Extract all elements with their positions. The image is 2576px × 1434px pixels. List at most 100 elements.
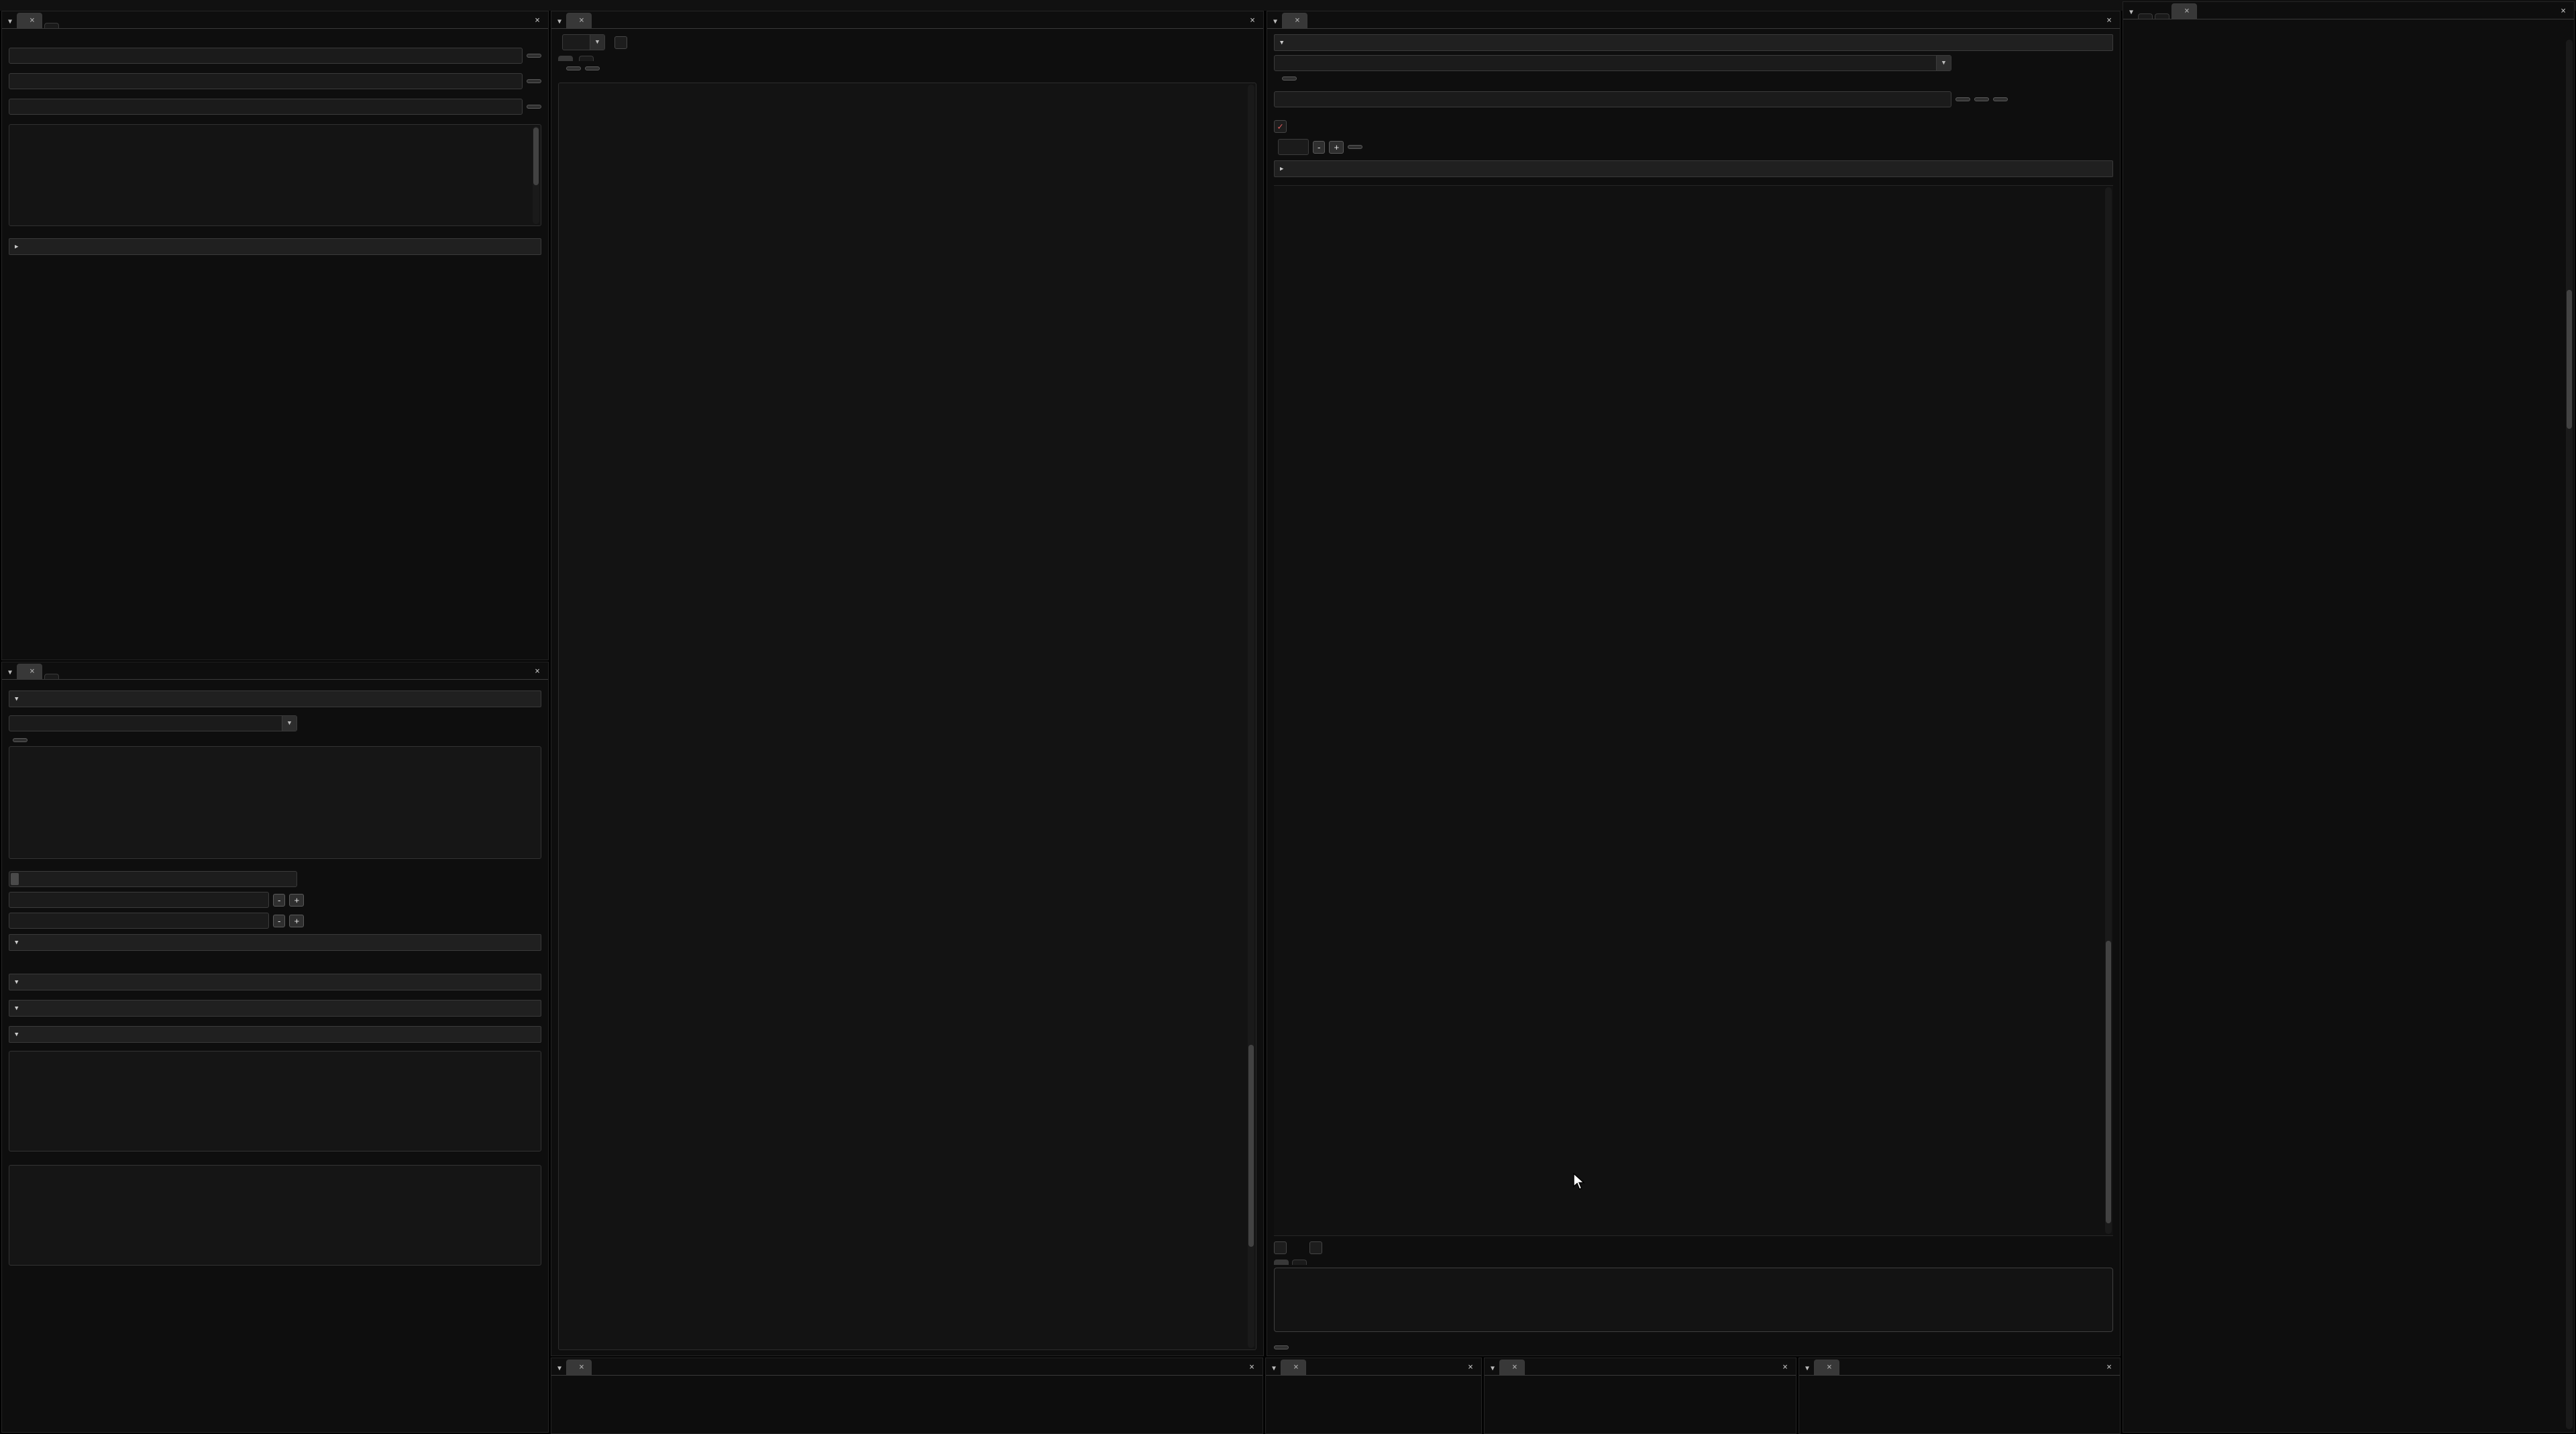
history-limit-plus-button[interactable]: +: [289, 915, 304, 927]
history-limit-minus-button[interactable]: -: [273, 915, 285, 927]
tab-operations-hub[interactable]: ×: [566, 13, 592, 28]
tool-usage-header[interactable]: ▼: [9, 974, 541, 990]
history-limit-input[interactable]: [9, 913, 269, 929]
output-dir-input[interactable]: [9, 99, 523, 115]
collapse-icon[interactable]: ▼: [553, 18, 566, 28]
collapse-icon[interactable]: ▼: [1269, 18, 1282, 28]
comms-log[interactable]: [558, 83, 1256, 1350]
update-commit-button[interactable]: [1282, 76, 1297, 81]
tab-close-icon[interactable]: ×: [579, 1362, 584, 1372]
keep-pairs-minus-button[interactable]: -: [1313, 141, 1325, 154]
tab-close-icon[interactable]: ×: [1827, 1362, 1832, 1372]
clear-button[interactable]: [566, 66, 581, 70]
popout-response-checkbox[interactable]: [1309, 1241, 1322, 1254]
tab-close-icon[interactable]: ×: [1293, 1362, 1299, 1372]
tab-tool-calls[interactable]: [579, 56, 594, 61]
message-error-box[interactable]: [1274, 1268, 2113, 1332]
system-prompts-header[interactable]: ▼: [9, 1026, 541, 1043]
max-tokens-minus-button[interactable]: -: [273, 894, 285, 907]
tab-diagnostics[interactable]: ×: [2171, 3, 2197, 19]
tab-response[interactable]: [1292, 1260, 1307, 1265]
global-prompt-textarea[interactable]: [9, 1051, 541, 1151]
provider-combo[interactable]: ▼: [9, 715, 297, 731]
session-insights-header[interactable]: ▼: [9, 1000, 541, 1017]
window-close-icon[interactable]: ×: [529, 666, 545, 679]
scroll-thumb[interactable]: [1248, 1045, 1254, 1247]
tab-close-icon[interactable]: ×: [30, 15, 35, 25]
load-log-button[interactable]: [585, 66, 600, 70]
window-close-icon[interactable]: ×: [2101, 1362, 2117, 1375]
git-directory-input[interactable]: [9, 48, 523, 64]
tab-close-icon[interactable]: ×: [1295, 15, 1300, 25]
temperature-slider[interactable]: [9, 871, 297, 887]
collapse-icon[interactable]: ▼: [1267, 1365, 1281, 1375]
delete-button[interactable]: [1993, 97, 2008, 101]
discussion-combo[interactable]: ▼: [1274, 55, 1951, 71]
keep-pairs-input[interactable]: [1278, 139, 1309, 155]
discussion-name-input[interactable]: [1274, 91, 1951, 107]
truncate-button[interactable]: [1348, 145, 1362, 149]
main-context-browse-button[interactable]: [527, 79, 541, 83]
to-history-button[interactable]: [1274, 1345, 1289, 1349]
tab-close-icon[interactable]: ×: [2184, 6, 2190, 16]
tab-close-icon[interactable]: ×: [1512, 1362, 1517, 1372]
scroll-thumb[interactable]: [533, 127, 539, 185]
keep-pairs-plus-button[interactable]: +: [1329, 141, 1344, 154]
collapse-icon[interactable]: ▼: [3, 18, 17, 28]
scroll-thumb[interactable]: [2567, 290, 2572, 429]
tab-ai-settings[interactable]: ×: [17, 664, 42, 679]
collapse-icon[interactable]: ▼: [1801, 1365, 1814, 1375]
popout-message-checkbox[interactable]: [1274, 1241, 1287, 1254]
create-button[interactable]: [1955, 97, 1970, 101]
tab-tier2-tech-lead[interactable]: ×: [1281, 1360, 1306, 1375]
window-close-icon[interactable]: ×: [529, 15, 545, 28]
max-tokens-input[interactable]: [9, 892, 269, 908]
window-close-icon[interactable]: ×: [1244, 15, 1260, 28]
agent-tools-header[interactable]: ▶: [9, 238, 541, 255]
tab-context-hub[interactable]: ×: [17, 13, 42, 28]
tab-close-icon[interactable]: ×: [30, 666, 35, 676]
collapse-icon[interactable]: ▼: [1486, 1365, 1499, 1375]
collapse-icon[interactable]: ▼: [2125, 9, 2138, 19]
window-close-icon[interactable]: ×: [2101, 15, 2117, 28]
chevron-down-icon: ▼: [1280, 40, 1283, 46]
git-browse-button[interactable]: [527, 54, 541, 58]
rename-button[interactable]: [1974, 97, 1989, 101]
tab-comms-history[interactable]: [558, 56, 573, 61]
tab-discussion-hub[interactable]: ×: [1282, 13, 1307, 28]
max-tokens-plus-button[interactable]: +: [289, 894, 304, 907]
tab-tier3-workers[interactable]: ×: [1499, 1360, 1525, 1375]
provider-model-header[interactable]: ▼: [9, 690, 541, 707]
token-budget-header[interactable]: ▼: [9, 934, 541, 951]
window-close-icon[interactable]: ×: [1244, 1362, 1260, 1375]
history-scrollbar[interactable]: [2105, 187, 2112, 1234]
collapse-icon[interactable]: ▼: [3, 669, 17, 679]
tab-log-management[interactable]: [2155, 13, 2169, 19]
project-prompt-textarea[interactable]: [9, 1165, 541, 1266]
main-context-file-input[interactable]: [9, 73, 523, 89]
window-close-icon[interactable]: ×: [1462, 1362, 1479, 1375]
discussion-history[interactable]: [1274, 185, 2113, 1236]
tab-message[interactable]: [1274, 1260, 1289, 1265]
fetch-models-button[interactable]: [13, 738, 28, 742]
log-scrollbar[interactable]: [1248, 85, 1254, 1348]
discussions-header[interactable]: ▼: [1274, 34, 2113, 51]
focus-agent-combo[interactable]: ▼: [562, 34, 605, 50]
collapse-icon[interactable]: ▼: [553, 1365, 566, 1375]
auto-add-checkbox[interactable]: ✓: [1274, 120, 1287, 133]
tab-tier1-strategy[interactable]: ×: [566, 1360, 592, 1375]
tab-tier4-qa[interactable]: ×: [1814, 1360, 1839, 1375]
tab-theme[interactable]: [44, 23, 59, 28]
output-dir-browse-button[interactable]: [527, 105, 541, 109]
tab-mma-dashboard[interactable]: [2138, 13, 2153, 19]
tab-close-icon[interactable]: ×: [579, 15, 584, 25]
files-scrollbar[interactable]: [533, 126, 539, 224]
scroll-thumb[interactable]: [2106, 941, 2111, 1223]
app-screen: ▼ × ×: [0, 0, 2576, 1434]
tab-files-media[interactable]: [44, 674, 59, 679]
diagnostics-scrollbar[interactable]: [2566, 40, 2573, 1429]
window-close-icon[interactable]: ×: [2555, 6, 2571, 19]
window-close-icon[interactable]: ×: [1777, 1362, 1793, 1375]
popout-tool-calls-checkbox[interactable]: [614, 36, 627, 49]
roles-header[interactable]: ▶: [1274, 160, 2113, 177]
